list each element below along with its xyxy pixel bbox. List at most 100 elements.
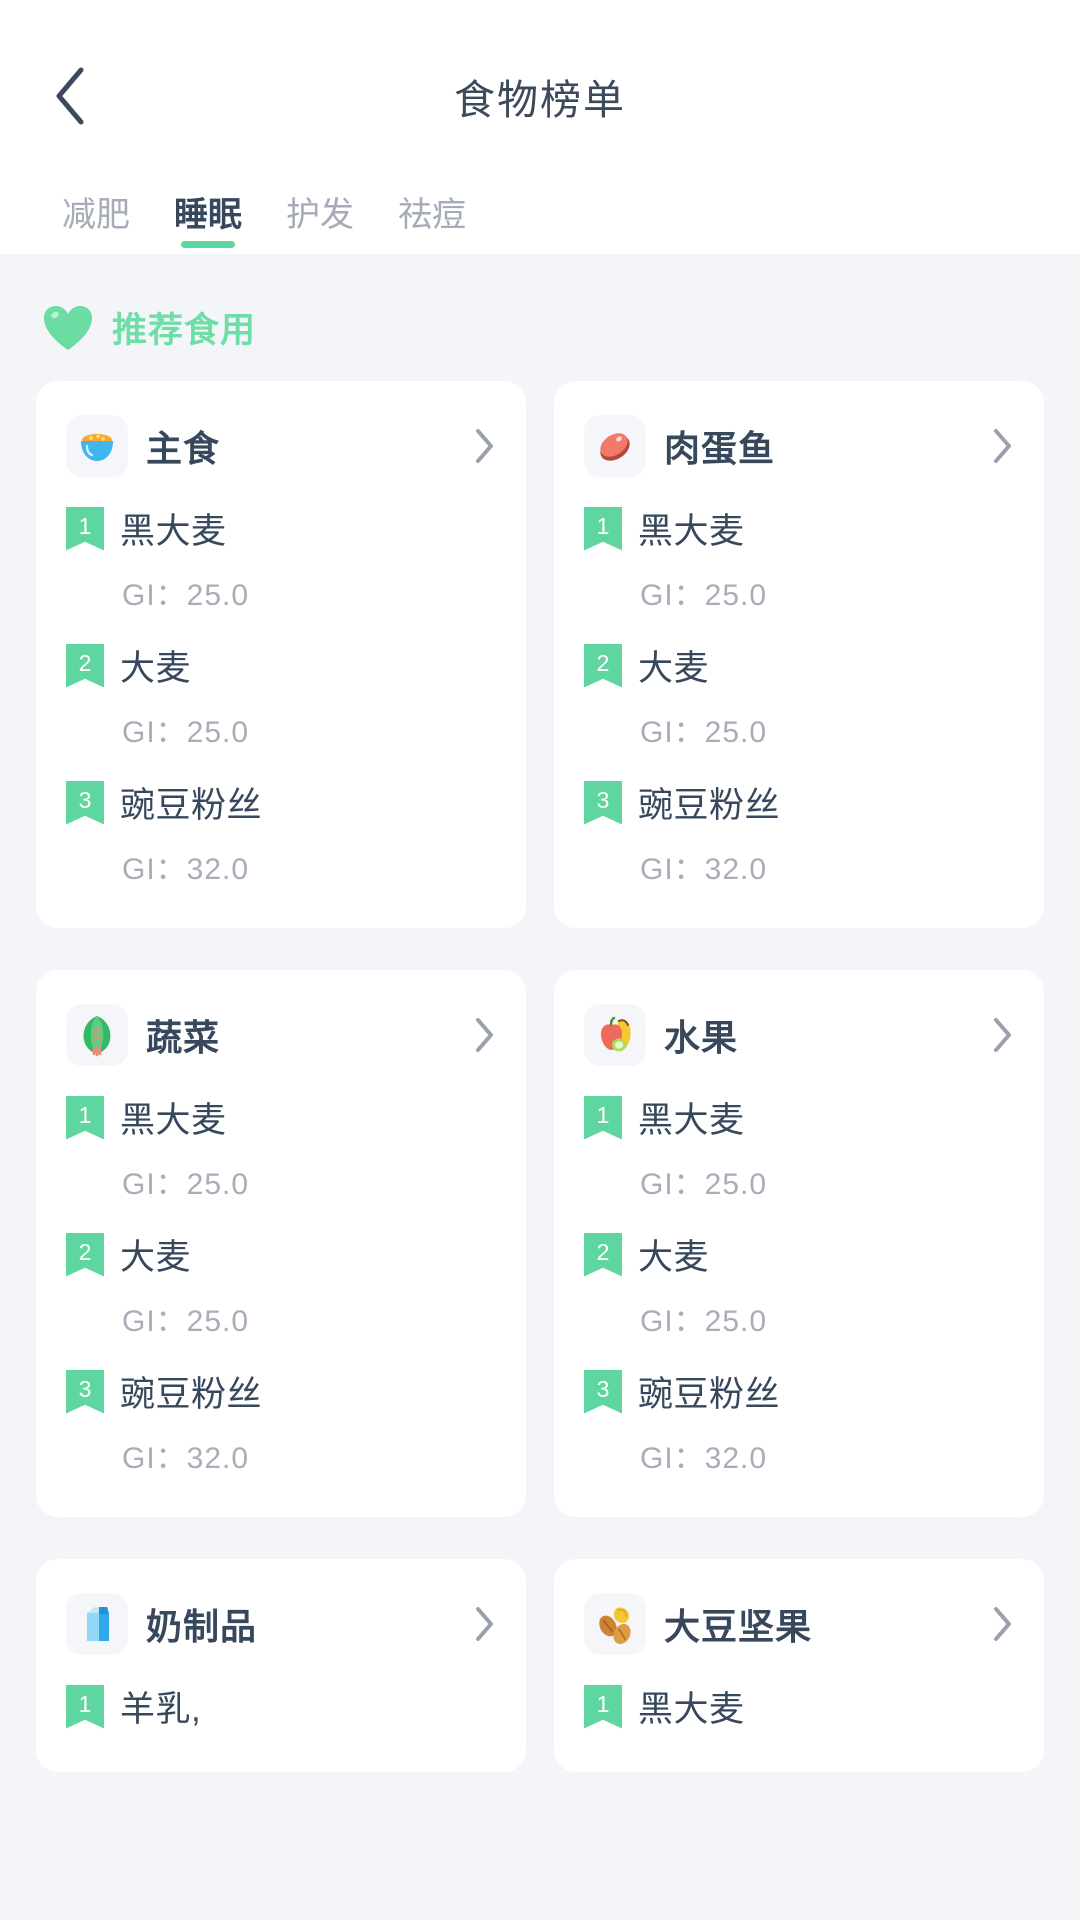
category-name: 肉蛋鱼 (664, 428, 776, 469)
card-header[interactable]: 水果 (584, 1004, 1014, 1066)
tab-label: 减肥 (62, 196, 130, 234)
gi-value: GI：25.0 (640, 716, 768, 749)
chevron-left-icon (53, 66, 87, 126)
chevron-right-icon[interactable] (464, 1605, 496, 1643)
food-item-row[interactable]: 3 豌豆粉丝 (66, 1366, 496, 1417)
food-name: 豌豆粉丝 (120, 1375, 263, 1414)
category-name: 奶制品 (146, 1606, 258, 1647)
rice-bowl-icon (66, 415, 128, 477)
food-name: 大麦 (120, 1238, 192, 1277)
gi-value: GI：25.0 (122, 716, 250, 749)
food-item-row[interactable]: 2 大麦 (584, 1229, 1014, 1280)
rank-badge: 3 (584, 1369, 622, 1414)
rank-badge: 3 (584, 780, 622, 825)
rank-badge: 3 (66, 1369, 104, 1414)
active-tab-indicator (181, 241, 235, 248)
food-name: 大麦 (638, 1238, 710, 1277)
food-item-row[interactable]: 1 黑大麦 (584, 1681, 1014, 1732)
gi-value: GI：25.0 (122, 579, 250, 612)
food-item-row[interactable]: 2 大麦 (66, 640, 496, 691)
gi-value: GI：25.0 (122, 1305, 250, 1338)
chevron-right-icon[interactable] (982, 427, 1014, 465)
food-name: 豌豆粉丝 (638, 1375, 781, 1414)
rank-badge: 2 (584, 1232, 622, 1277)
heart-icon (42, 304, 94, 352)
category-card[interactable]: 水果 1 黑大麦 GI：25.0 2 大麦 GI：25.0 3 豌豆粉丝 GI：… (554, 970, 1044, 1517)
rank-badge: 1 (66, 1684, 104, 1729)
rank-badge: 1 (584, 1095, 622, 1140)
content-area: 推荐食用 主食 1 黑大麦 GI：25.0 2 大麦 GI：25.0 3 豌豆粉… (0, 254, 1080, 1920)
food-name: 黑大麦 (120, 512, 227, 551)
food-item-row[interactable]: 3 豌豆粉丝 (66, 777, 496, 828)
rank-badge: 2 (66, 643, 104, 688)
tab-label: 护发 (286, 196, 354, 234)
category-card[interactable]: 肉蛋鱼 1 黑大麦 GI：25.0 2 大麦 GI：25.0 3 豌豆粉丝 GI… (554, 381, 1044, 928)
category-card[interactable]: 奶制品 1 羊乳, (36, 1559, 526, 1772)
rank-badge: 1 (584, 506, 622, 551)
chevron-right-icon[interactable] (464, 1016, 496, 1054)
food-name: 黑大麦 (120, 1101, 227, 1140)
food-name: 大麦 (120, 649, 192, 688)
food-name: 黑大麦 (638, 1690, 745, 1729)
food-name: 黑大麦 (638, 512, 745, 551)
gi-value: GI：25.0 (640, 579, 768, 612)
tab-shuimian[interactable]: 睡眠 (152, 198, 264, 254)
rank-badge: 3 (66, 780, 104, 825)
category-card[interactable]: 主食 1 黑大麦 GI：25.0 2 大麦 GI：25.0 3 豌豆粉丝 GI：… (36, 381, 526, 928)
food-item-row[interactable]: 1 黑大麦 (66, 503, 496, 554)
fruit-icon (584, 1004, 646, 1066)
category-card-grid: 主食 1 黑大麦 GI：25.0 2 大麦 GI：25.0 3 豌豆粉丝 GI：… (36, 381, 1044, 1772)
meat-icon (584, 415, 646, 477)
app-screen: 食物榜单 减肥 睡眠 护发 祛痘 推荐食用 主食 1 黑大麦 GI：25.0 2… (0, 0, 1080, 1920)
food-item-row[interactable]: 3 豌豆粉丝 (584, 1366, 1014, 1417)
back-button[interactable] (34, 60, 106, 132)
page-title: 食物榜单 (454, 77, 626, 123)
category-name: 蔬菜 (146, 1017, 221, 1058)
food-name: 豌豆粉丝 (120, 786, 263, 825)
chevron-right-icon[interactable] (982, 1016, 1014, 1054)
gi-value: GI：32.0 (122, 1442, 250, 1475)
food-item-row[interactable]: 2 大麦 (584, 640, 1014, 691)
food-item-row[interactable]: 1 黑大麦 (584, 1092, 1014, 1143)
food-item-row[interactable]: 1 羊乳, (66, 1681, 496, 1732)
card-header[interactable]: 肉蛋鱼 (584, 415, 1014, 477)
gi-value: GI：25.0 (122, 1168, 250, 1201)
rank-badge: 2 (584, 643, 622, 688)
tab-label: 睡眠 (174, 196, 242, 234)
gi-value: GI：25.0 (640, 1305, 768, 1338)
food-item-row[interactable]: 1 黑大麦 (584, 503, 1014, 554)
food-name: 黑大麦 (638, 1101, 745, 1140)
tab-jianfei[interactable]: 减肥 (40, 198, 152, 254)
food-name: 大麦 (638, 649, 710, 688)
tab-hufa[interactable]: 护发 (264, 198, 376, 254)
food-item-row[interactable]: 1 黑大麦 (66, 1092, 496, 1143)
tab-bar: 减肥 睡眠 护发 祛痘 (0, 148, 1080, 254)
navigation-bar: 食物榜单 (0, 44, 1080, 148)
leafy-green-icon (66, 1004, 128, 1066)
rank-badge: 2 (66, 1232, 104, 1277)
rank-badge: 1 (66, 506, 104, 551)
category-name: 水果 (664, 1017, 739, 1058)
nuts-icon (584, 1593, 646, 1655)
card-header[interactable]: 大豆坚果 (584, 1593, 1014, 1655)
rank-badge: 1 (584, 1684, 622, 1729)
section-title: 推荐食用 (112, 311, 257, 350)
category-name: 主食 (146, 428, 221, 469)
gi-value: GI：32.0 (640, 1442, 768, 1475)
card-header[interactable]: 奶制品 (66, 1593, 496, 1655)
rank-badge: 1 (66, 1095, 104, 1140)
chevron-right-icon[interactable] (982, 1605, 1014, 1643)
top-chrome: 食物榜单 减肥 睡眠 护发 祛痘 (0, 0, 1080, 254)
card-header[interactable]: 蔬菜 (66, 1004, 496, 1066)
card-header[interactable]: 主食 (66, 415, 496, 477)
tab-label: 祛痘 (398, 196, 466, 234)
food-item-row[interactable]: 2 大麦 (66, 1229, 496, 1280)
gi-value: GI：25.0 (640, 1168, 768, 1201)
chevron-right-icon[interactable] (464, 427, 496, 465)
category-card[interactable]: 蔬菜 1 黑大麦 GI：25.0 2 大麦 GI：25.0 3 豌豆粉丝 GI：… (36, 970, 526, 1517)
food-item-row[interactable]: 3 豌豆粉丝 (584, 777, 1014, 828)
food-name: 豌豆粉丝 (638, 786, 781, 825)
tab-qudou[interactable]: 祛痘 (376, 198, 488, 254)
milk-carton-icon (66, 1593, 128, 1655)
category-card[interactable]: 大豆坚果 1 黑大麦 (554, 1559, 1044, 1772)
